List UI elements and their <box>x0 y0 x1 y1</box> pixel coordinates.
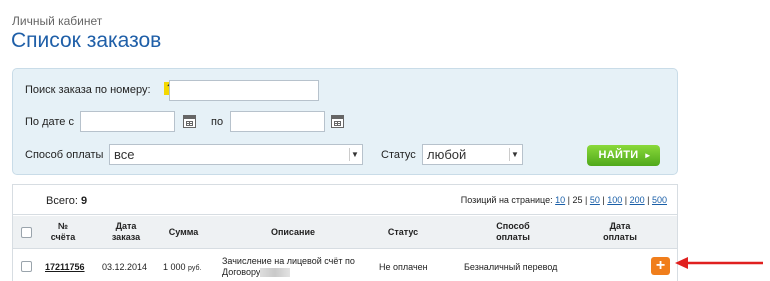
col-sum[interactable]: Сумма <box>161 227 206 238</box>
per-page-10[interactable]: 10 <box>555 195 565 205</box>
payment-method-select[interactable]: все ▼ <box>109 144 363 165</box>
chevron-down-icon: ▼ <box>509 148 520 161</box>
col-number[interactable]: № счёта <box>43 221 83 243</box>
col-status[interactable]: Статус <box>378 227 428 238</box>
status-select[interactable]: любой ▼ <box>422 144 523 165</box>
per-page-200[interactable]: 200 <box>630 195 645 205</box>
status-label: Статус <box>381 149 416 161</box>
breadcrumb: Личный кабинет <box>12 14 103 28</box>
filter-panel: Поиск заказа по номеру: ? По дате с по С… <box>12 68 678 175</box>
select-all-checkbox[interactable] <box>21 227 32 238</box>
redacted-text <box>260 268 291 278</box>
col-payment[interactable]: Способ оплаты <box>488 221 538 243</box>
find-button[interactable]: НАЙТИ ► <box>587 145 660 166</box>
chevron-down-icon: ▼ <box>349 148 360 161</box>
payment-method-value: все <box>114 147 135 162</box>
payment-method-label: Способ оплаты <box>25 149 104 161</box>
calendar-icon[interactable] <box>331 115 344 128</box>
orders-table: Всего: 9 Позиций на странице: 10 | 25 | … <box>12 184 678 281</box>
status-value: любой <box>427 147 467 162</box>
order-sum: 1 000 руб. <box>163 262 202 272</box>
order-date: 03.12.2014 <box>102 262 148 272</box>
row-checkbox[interactable] <box>21 261 32 272</box>
order-description: Зачисление на лицевой счёт по Договору <box>222 256 355 278</box>
search-label: Поиск заказа по номеру: <box>25 84 151 96</box>
play-icon: ► <box>643 151 652 160</box>
order-number-input[interactable] <box>169 80 319 101</box>
col-date[interactable]: Дата заказа <box>101 221 151 243</box>
calendar-icon[interactable] <box>183 115 196 128</box>
col-pay-date[interactable]: Дата оплаты <box>595 221 645 243</box>
total-count: Всего: 9 <box>46 195 88 207</box>
date-from-label: По дате с <box>25 116 74 128</box>
table-header: № счёта Дата заказа Сумма Описание Статус … <box>13 216 677 249</box>
table-toolbar: Всего: 9 Позиций на странице: 10 | 25 | … <box>13 185 677 215</box>
order-payment-method: Безналичный перевод <box>464 262 558 272</box>
arrow-pointer-icon <box>675 257 763 269</box>
order-status: Не оплачен <box>379 262 428 272</box>
date-from-input[interactable] <box>80 111 175 132</box>
page-title: Список заказов <box>11 29 162 52</box>
col-description[interactable]: Описание <box>253 227 333 238</box>
per-page-25: 25 <box>572 195 583 205</box>
per-page-100[interactable]: 100 <box>607 195 622 205</box>
find-button-label: НАЙТИ <box>598 149 639 161</box>
date-to-label: по <box>211 116 224 128</box>
date-to-input[interactable] <box>230 111 325 132</box>
pay-plus-button[interactable]: + <box>651 257 670 275</box>
per-page-selector: Позиций на странице: 10 | 25 | 50 | 100 … <box>460 195 667 205</box>
order-number-link[interactable]: 17211756 <box>45 262 85 273</box>
per-page-500[interactable]: 500 <box>652 195 667 205</box>
per-page-50[interactable]: 50 <box>590 195 600 205</box>
